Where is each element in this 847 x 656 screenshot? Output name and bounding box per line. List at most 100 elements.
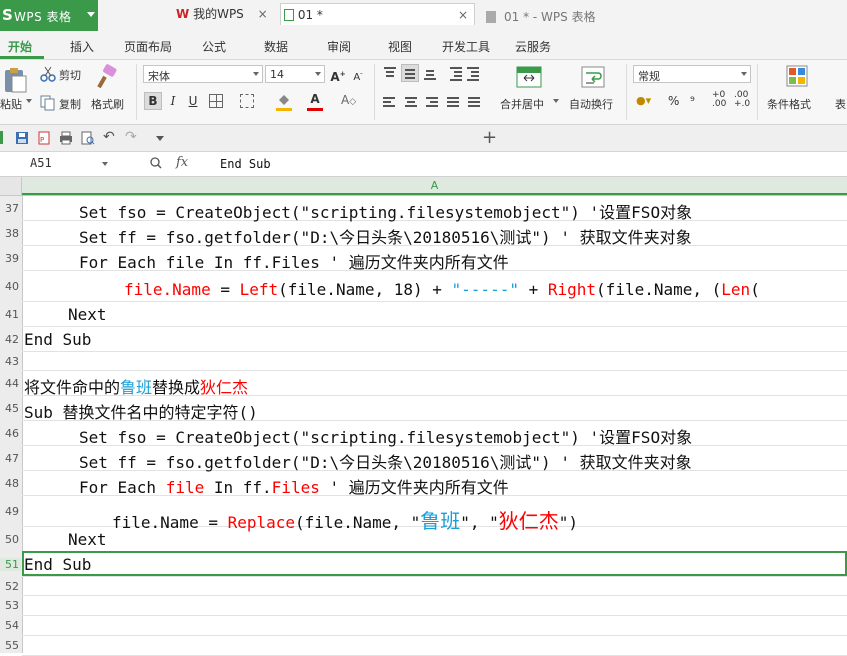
new-tab-plus-icon[interactable]: +	[482, 127, 497, 148]
row-header-48[interactable]: 48	[0, 477, 21, 490]
clear-format-icon[interactable]: A◇	[341, 93, 356, 107]
border-icon[interactable]	[209, 94, 223, 108]
number-format-select[interactable]: 常规	[633, 65, 751, 83]
row-header-45[interactable]: 45	[0, 402, 21, 415]
tab-document[interactable]: 01 * ×	[280, 3, 475, 25]
row-header-37[interactable]: 37	[0, 202, 21, 215]
select-all-corner[interactable]	[0, 177, 22, 195]
zoom-function-icon[interactable]	[150, 157, 162, 169]
merge-center-button[interactable]: 合并居中	[500, 96, 544, 112]
align-right-icon[interactable]	[424, 96, 440, 110]
paste-dropdown-icon[interactable]	[26, 99, 32, 103]
format-painter-label[interactable]: 格式刷	[91, 96, 124, 112]
decrease-decimal-icon[interactable]: .00 +.0	[734, 91, 750, 109]
tab-home[interactable]: 开始	[8, 38, 32, 55]
row-header-39[interactable]: 39	[0, 252, 21, 265]
decrease-font-button[interactable]: A-	[349, 65, 367, 83]
name-box-dropdown-icon[interactable]	[102, 162, 108, 166]
font-name-select[interactable]: 宋体	[143, 65, 263, 83]
distributed-icon[interactable]	[466, 96, 482, 110]
format-painter-button[interactable]	[94, 64, 122, 92]
cell-a47[interactable]: Set ff = fso.getfolder("D:\今日头条\20180516…	[79, 449, 692, 473]
cell-a46[interactable]: Set fso = CreateObject("scripting.filesy…	[79, 424, 692, 448]
bold-button[interactable]: B	[144, 92, 162, 110]
cell-a38[interactable]: Set ff = fso.getfolder("D:\今日头条\20180516…	[79, 224, 692, 248]
print-icon[interactable]	[59, 131, 73, 145]
insert-function-icon[interactable]: fx	[176, 155, 188, 170]
row-header-52[interactable]: 52	[0, 580, 21, 593]
increase-font-button[interactable]: A+	[329, 65, 347, 84]
paste-button[interactable]	[2, 66, 28, 94]
save-icon[interactable]	[15, 131, 29, 145]
row-header-55[interactable]: 55	[0, 639, 21, 652]
name-box[interactable]: A51	[0, 154, 110, 174]
merge-center-icon[interactable]	[516, 64, 542, 90]
align-middle-button[interactable]	[401, 64, 419, 82]
row-header-47[interactable]: 47	[0, 452, 21, 465]
tab-view[interactable]: 视图	[388, 38, 412, 55]
row-header-49[interactable]: 49	[0, 505, 21, 518]
font-size-select[interactable]: 14	[265, 65, 325, 83]
decrease-indent-icon[interactable]	[446, 66, 462, 81]
row-header-42[interactable]: 42	[0, 333, 21, 346]
cell-a49[interactable]: file.Name = Replace(file.Name, "鲁班", "狄仁…	[112, 505, 578, 534]
row-header-51[interactable]: 51	[0, 558, 21, 571]
close-icon[interactable]: ×	[458, 4, 468, 26]
row-header-43[interactable]: 43	[0, 355, 21, 368]
align-top-icon[interactable]	[382, 66, 398, 80]
formula-input[interactable]: End Sub	[220, 157, 271, 171]
cell-a44[interactable]: 将文件命中的鲁班替换成狄仁杰	[24, 374, 248, 398]
justify-icon[interactable]	[445, 96, 461, 110]
row-header-40[interactable]: 40	[0, 280, 21, 293]
row-header-41[interactable]: 41	[0, 308, 21, 321]
row-header-53[interactable]: 53	[0, 599, 21, 612]
row-header-54[interactable]: 54	[0, 619, 21, 632]
wrap-text-button[interactable]: 自动换行	[569, 96, 613, 112]
tab-data[interactable]: 数据	[264, 38, 288, 55]
currency-icon[interactable]: ●▾	[636, 94, 651, 107]
align-left-icon[interactable]	[382, 96, 398, 110]
undo-icon[interactable]: ↶	[103, 129, 115, 145]
cell-a45[interactable]: Sub 替换文件名中的特定字符()	[24, 399, 258, 423]
cell-a42[interactable]: End Sub	[24, 330, 91, 349]
italic-button[interactable]: I	[164, 92, 182, 110]
quick-access-menu-icon[interactable]	[156, 136, 164, 141]
row-header-46[interactable]: 46	[0, 427, 21, 440]
cell-border-style-icon[interactable]	[240, 94, 254, 108]
wrap-text-icon[interactable]	[580, 64, 606, 90]
export-pdf-icon[interactable]: P	[37, 131, 51, 145]
underline-button[interactable]: U	[184, 92, 202, 110]
print-preview-icon[interactable]	[81, 131, 95, 145]
column-header-a[interactable]: A	[22, 177, 847, 195]
increase-decimal-icon[interactable]: +0.00	[712, 91, 726, 109]
cell-a48[interactable]: For Each file In ff.Files ' 遍历文件夹内所有文件	[79, 474, 509, 498]
font-color-button[interactable]: A	[307, 92, 323, 112]
fill-color-button[interactable]	[276, 93, 292, 112]
tab-formula[interactable]: 公式	[202, 38, 226, 55]
tab-page-layout[interactable]: 页面布局	[124, 38, 172, 55]
cell-a37[interactable]: Set fso = CreateObject("scripting.filesy…	[79, 199, 692, 223]
conditional-format-button[interactable]: 条件格式	[767, 96, 811, 112]
tab-developer[interactable]: 开发工具	[442, 38, 490, 55]
row-header-44[interactable]: 44	[0, 377, 21, 390]
align-bottom-icon[interactable]	[422, 66, 438, 80]
conditional-format-icon[interactable]	[785, 64, 809, 88]
tab-my-wps[interactable]: W 我的WPS ×	[176, 3, 276, 25]
selected-cell-a51[interactable]	[22, 551, 847, 576]
increase-indent-icon[interactable]	[467, 66, 483, 81]
cell-a50[interactable]: Next	[68, 530, 107, 549]
align-center-icon[interactable]	[403, 96, 419, 110]
table-style-button[interactable]: 表	[835, 96, 846, 112]
app-menu-button[interactable]: S WPS 表格	[0, 0, 98, 31]
tab-cloud[interactable]: 云服务	[515, 38, 551, 55]
tab-review[interactable]: 审阅	[327, 38, 351, 55]
cell-a40[interactable]: file.Name = Left(file.Name, 18) + "-----…	[124, 280, 760, 299]
cell-a41[interactable]: Next	[68, 305, 107, 324]
close-icon[interactable]: ×	[258, 7, 268, 21]
redo-icon[interactable]: ↷	[125, 129, 137, 145]
tab-insert[interactable]: 插入	[70, 38, 94, 55]
thousands-separator-icon[interactable]: ⁹	[690, 94, 695, 108]
percent-icon[interactable]: %	[668, 94, 679, 108]
row-header-50[interactable]: 50	[0, 533, 21, 546]
merge-dropdown-icon[interactable]	[553, 99, 559, 103]
